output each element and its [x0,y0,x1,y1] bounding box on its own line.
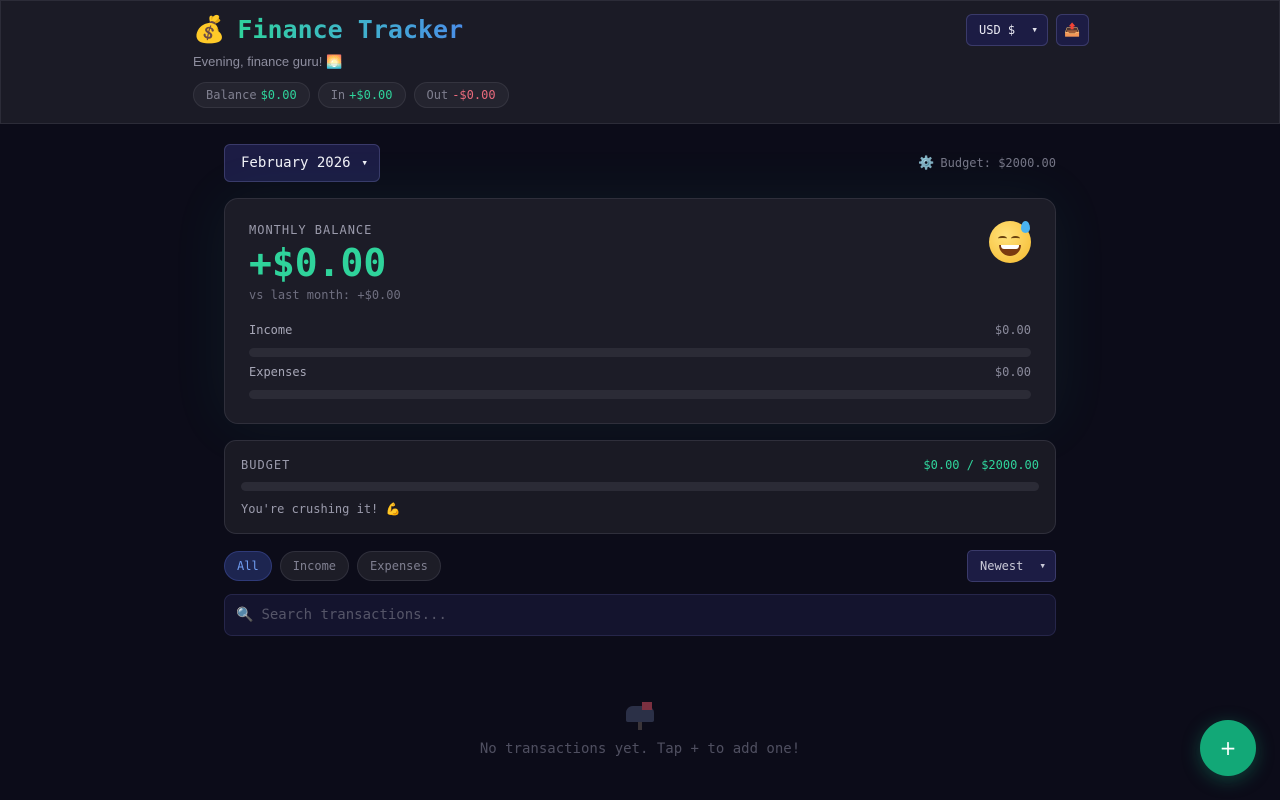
flexed-bicep-icon: 💪 [385,502,401,516]
plus-icon: + [1219,736,1237,760]
transaction-filters: All Income Expenses [224,551,441,581]
expense-pill-value: -$0.00 [452,88,496,102]
income-pill-value: +$0.00 [349,88,393,102]
chevron-down-icon: ▾ [1031,23,1038,36]
income-progress-bar [249,348,1031,357]
monthly-balance-amount: +$0.00 [249,241,387,285]
app-header: 💰 Finance Tracker Evening, finance guru!… [0,0,1280,124]
month-select-value: February 2026 [241,155,351,171]
expense-pill-label: Out [426,88,449,102]
balance-pill-value: $0.00 [260,88,297,102]
budget-message-text: You're crushing it! [241,502,386,516]
month-select[interactable]: February 2026 ▾ [224,144,380,182]
budget-title: BUDGET [241,458,291,472]
filter-all[interactable]: All [224,551,272,581]
search-icon: 🔍 [236,607,254,623]
search-input[interactable] [261,607,1022,623]
budget-settings-label: Budget: $2000.00 [940,156,1056,170]
sort-select-value: Newest [980,559,1024,573]
money-bag-icon: 💰 [193,15,226,45]
currency-select-value: USD $ [979,23,1016,37]
budget-message: You're crushing it! 💪 [241,502,400,516]
income-row-label: Income [249,323,293,337]
app-title: Finance Tracker [237,15,464,44]
empty-state-message: No transactions yet. Tap + to add one! [479,741,801,757]
income-pill: In +$0.00 [317,82,406,108]
add-transaction-button[interactable]: + [1200,720,1256,776]
filter-income[interactable]: Income [279,551,350,581]
greeting-text: Evening, finance guru! 🌅 [193,54,343,69]
search-bar: 🔍 [224,594,1056,636]
budget-amount: $0.00 / $2000.00 [923,458,1039,472]
budget-card: BUDGET $0.00 / $2000.00 You're crushing … [224,440,1056,534]
grinning-sweat-face-icon [989,221,1031,263]
app-brand: 💰 Finance Tracker [193,14,463,46]
budget-progress-bar [241,482,1039,491]
balance-pill: Balance $0.00 [193,82,310,108]
budget-settings-button[interactable]: ⚙️ Budget: $2000.00 [918,154,1056,172]
gear-icon: ⚙️ [918,155,935,171]
expense-pill: Out -$0.00 [413,82,509,108]
income-row-value: $0.00 [994,323,1031,337]
balance-pill-label: Balance [206,88,257,102]
outbox-tray-icon: 📤 [1064,22,1081,38]
monthly-balance-card: MONTHLY BALANCE +$0.00 vs last month: +$… [224,198,1056,424]
chevron-down-icon: ▾ [361,156,368,169]
expenses-row-label: Expenses [249,365,307,379]
month-comparison: vs last month: +$0.00 [249,288,401,302]
mailbox-icon [622,702,658,730]
filter-expenses[interactable]: Expenses [357,551,441,581]
expenses-row-value: $0.00 [994,365,1031,379]
monthly-balance-label: MONTHLY BALANCE [249,223,373,237]
chevron-down-icon: ▾ [1039,559,1046,572]
sort-select[interactable]: Newest ▾ [967,550,1056,582]
export-button[interactable]: 📤 [1056,14,1089,46]
income-pill-label: In [330,88,346,102]
expenses-progress-bar [249,390,1031,399]
summary-pills: Balance $0.00 In +$0.00 Out -$0.00 [193,82,509,108]
currency-select[interactable]: USD $ ▾ [966,14,1048,46]
